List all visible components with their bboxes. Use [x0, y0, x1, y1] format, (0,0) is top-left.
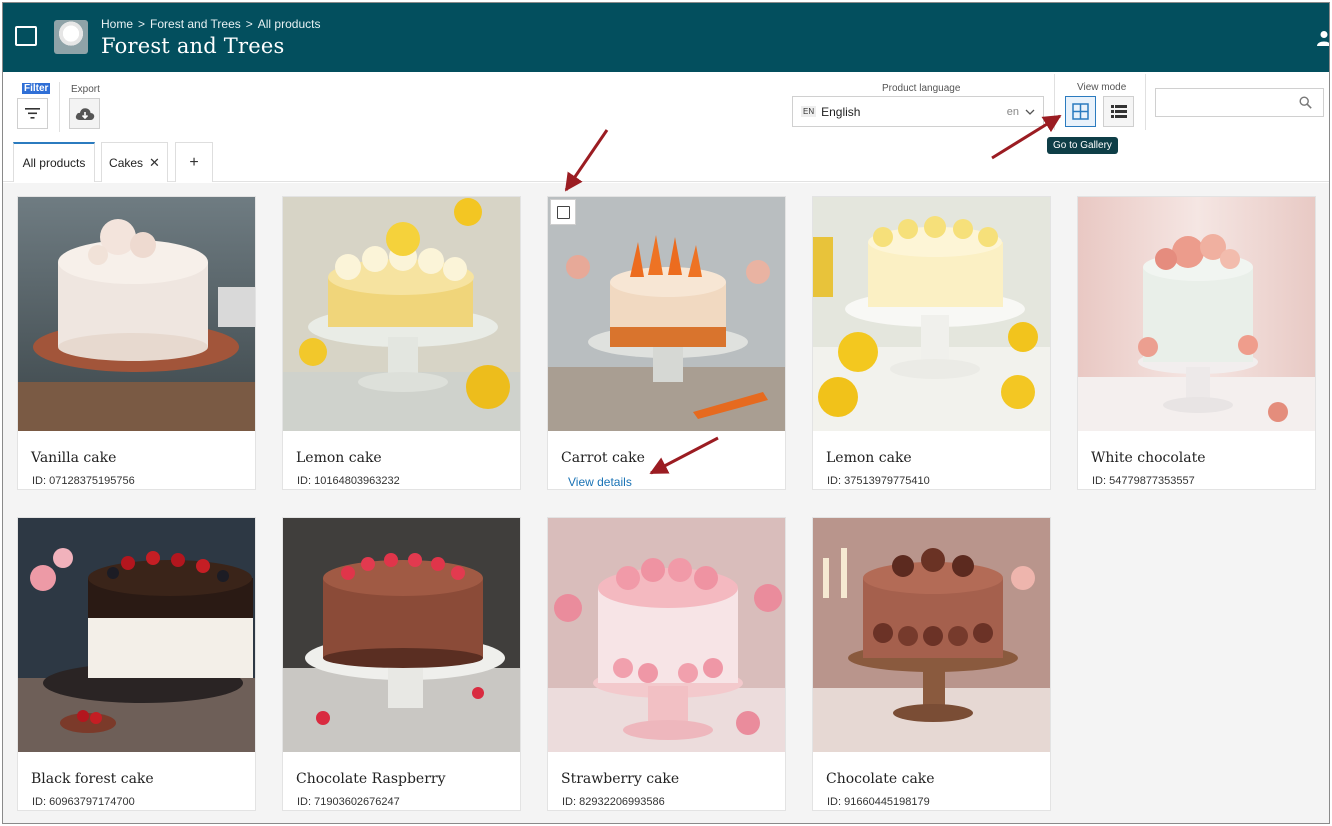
menu-toggle-icon[interactable]: [15, 26, 37, 46]
product-language-select[interactable]: EN English en: [792, 96, 1044, 127]
product-image: [1078, 197, 1315, 431]
breadcrumb-home[interactable]: Home: [101, 17, 133, 31]
close-icon[interactable]: ✕: [149, 155, 160, 171]
product-card[interactable]: Lemon cake ID: 10164803963232: [282, 196, 521, 490]
product-card[interactable]: Vanilla cake ID: 07128375195756: [17, 196, 256, 490]
product-name: Chocolate Raspberry: [296, 771, 446, 787]
view-details-link[interactable]: View details: [568, 475, 632, 489]
breadcrumb-separator: >: [138, 17, 146, 31]
export-label: Export: [71, 84, 100, 95]
breadcrumb-current: All products: [257, 17, 321, 31]
filter-label: Filter: [22, 83, 51, 94]
product-name: Lemon cake: [826, 450, 912, 466]
gallery-tooltip: Go to Gallery: [1047, 137, 1118, 154]
product-image: [18, 518, 255, 752]
product-grid: Vanilla cake ID: 07128375195756 Lemon ca…: [3, 183, 1329, 823]
user-icon[interactable]: [1317, 30, 1330, 46]
tab-label: All products: [22, 156, 86, 170]
product-name: Strawberry cake: [561, 771, 680, 787]
export-button[interactable]: [69, 98, 100, 129]
filter-button[interactable]: [17, 98, 48, 129]
product-name: Vanilla cake: [31, 450, 117, 466]
list-view-button[interactable]: [1103, 96, 1134, 127]
add-tab-button[interactable]: +: [175, 142, 213, 182]
language-code: en: [1006, 105, 1019, 118]
product-id: ID: 37513979775410: [827, 475, 930, 487]
grid-icon: [1072, 103, 1089, 120]
product-card-selected[interactable]: Carrot cake View details: [547, 196, 786, 490]
product-card[interactable]: Black forest cake ID: 60963797174700: [17, 517, 256, 811]
view-mode-label: View mode: [1077, 82, 1127, 93]
product-id: ID: 07128375195756: [32, 475, 135, 487]
product-image: [283, 518, 520, 752]
product-image: [548, 518, 785, 752]
app-header: Home > Forest and Trees > All products F…: [3, 3, 1330, 72]
breadcrumb: Home > Forest and Trees > All products: [101, 17, 320, 31]
breadcrumb-catalog[interactable]: Forest and Trees: [150, 17, 241, 31]
product-language-label: Product language: [882, 83, 961, 94]
product-id: ID: 71903602676247: [297, 796, 400, 808]
search-input[interactable]: [1155, 88, 1324, 117]
product-card[interactable]: White chocolate ID: 54779877353557: [1077, 196, 1316, 490]
app-window: Home > Forest and Trees > All products F…: [2, 2, 1330, 824]
toolbar-divider: [59, 82, 60, 132]
product-card[interactable]: Chocolate cake ID: 91660445198179: [812, 517, 1051, 811]
product-image: [548, 197, 785, 431]
filter-icon: [25, 108, 40, 119]
product-id: ID: 10164803963232: [297, 475, 400, 487]
select-checkbox[interactable]: [550, 199, 576, 225]
view-tabs: All products Cakes ✕ +: [3, 142, 1329, 182]
tab-all-products[interactable]: All products: [13, 142, 95, 182]
brand-thumbnail: [54, 20, 88, 54]
page-title: Forest and Trees: [101, 34, 285, 58]
breadcrumb-separator: >: [245, 17, 253, 31]
product-card[interactable]: Strawberry cake ID: 82932206993586: [547, 517, 786, 811]
product-name: Black forest cake: [31, 771, 154, 787]
search-icon[interactable]: [1299, 96, 1312, 109]
cloud-download-icon: [75, 107, 94, 120]
product-name: White chocolate: [1091, 450, 1206, 466]
product-name: Lemon cake: [296, 450, 382, 466]
product-image: [813, 518, 1050, 752]
product-name: Carrot cake: [561, 450, 645, 466]
product-id: ID: 91660445198179: [827, 796, 930, 808]
tab-label: Cakes: [109, 155, 144, 170]
language-badge: EN: [801, 106, 817, 117]
product-id: ID: 60963797174700: [32, 796, 135, 808]
plus-icon: +: [189, 153, 199, 171]
product-id: ID: 82932206993586: [562, 796, 665, 808]
product-card[interactable]: Lemon cake ID: 37513979775410: [812, 196, 1051, 490]
product-card[interactable]: Chocolate Raspberry ID: 71903602676247: [282, 517, 521, 811]
product-name: Chocolate cake: [826, 771, 935, 787]
product-image: [283, 197, 520, 431]
gallery-view-button[interactable]: [1065, 96, 1096, 127]
toolbar: Filter Export Product language EN Englis…: [3, 72, 1329, 154]
toolbar-divider: [1145, 74, 1146, 130]
toolbar-divider: [1054, 74, 1055, 130]
language-value: English: [821, 104, 861, 119]
product-id: ID: 54779877353557: [1092, 475, 1195, 487]
list-icon: [1110, 105, 1127, 118]
product-image: [813, 197, 1050, 431]
chevron-down-icon: [1025, 109, 1035, 115]
tab-cakes[interactable]: Cakes ✕: [101, 142, 168, 182]
product-image: [18, 197, 255, 431]
